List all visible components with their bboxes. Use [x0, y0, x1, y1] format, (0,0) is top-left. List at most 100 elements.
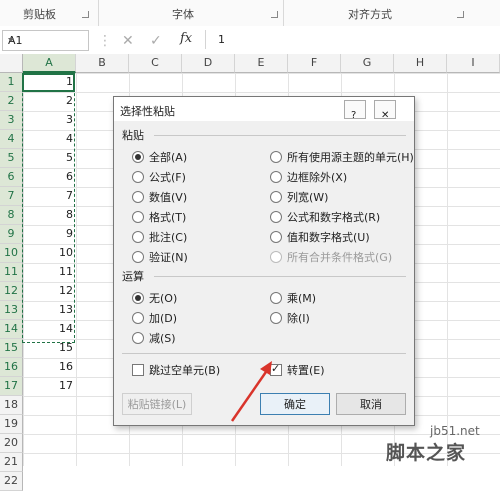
cell-a[interactable]: 16 [23, 358, 75, 376]
skip-blanks-checkbox[interactable]: 跳过空单元(B) [132, 362, 220, 378]
paste-section-label: 粘贴 [122, 129, 144, 142]
row-header[interactable]: 17 [0, 377, 23, 396]
radio-column-widths[interactable]: 列宽(W) [270, 189, 328, 205]
radio-formulas-number-formats[interactable]: 公式和数字格式(R) [270, 209, 380, 225]
radio-icon [270, 151, 282, 163]
radio-op-divide[interactable]: 除(I) [270, 310, 310, 326]
chevron-down-icon[interactable] [8, 38, 14, 42]
radio-icon [270, 171, 282, 183]
cancel-icon[interactable]: ✕ [122, 33, 134, 49]
name-box[interactable]: A1 [2, 30, 89, 51]
column-header-a[interactable]: A [23, 54, 76, 73]
clipboard-launcher-icon[interactable] [82, 11, 89, 18]
radio-icon [132, 191, 144, 203]
formula-bar: A1 ⋮ ✕ ✓ fx 1 [0, 26, 500, 55]
divider [154, 276, 406, 277]
radio-paste-all[interactable]: 全部(A) [132, 149, 187, 165]
font-launcher-icon[interactable] [271, 11, 278, 18]
row-header[interactable]: 9 [0, 225, 23, 244]
column-header-h[interactable]: H [394, 54, 447, 73]
radio-op-subtract[interactable]: 减(S) [132, 330, 176, 346]
more-icon: ⋮ [98, 33, 112, 49]
row-header[interactable]: 18 [0, 396, 23, 415]
radio-except-borders[interactable]: 边框除外(X) [270, 169, 347, 185]
column-header-f[interactable]: F [288, 54, 341, 73]
column-header-d[interactable]: D [182, 54, 235, 73]
row-header[interactable]: 22 [0, 472, 23, 491]
radio-selected-icon [132, 292, 144, 304]
radio-icon [132, 251, 144, 263]
radio-paste-comments[interactable]: 批注(C) [132, 229, 187, 245]
radio-icon [270, 292, 282, 304]
ribbon-separator [283, 0, 284, 26]
radio-paste-formats[interactable]: 格式(T) [132, 209, 186, 225]
formula-input[interactable]: 1 [205, 30, 499, 49]
select-all-corner[interactable] [0, 54, 23, 73]
radio-icon [270, 191, 282, 203]
active-cell[interactable] [22, 73, 75, 92]
radio-icon [132, 211, 144, 223]
radio-icon [270, 211, 282, 223]
radio-icon [270, 231, 282, 243]
dialog-title-bar: 选择性粘贴 ? ✕ [114, 97, 414, 121]
cancel-button[interactable]: 取消 [336, 393, 406, 415]
row-header[interactable]: 21 [0, 453, 23, 472]
row-header[interactable]: 8 [0, 206, 23, 225]
row-header[interactable]: 3 [0, 111, 23, 130]
row-header[interactable]: 14 [0, 320, 23, 339]
row-header[interactable]: 11 [0, 263, 23, 282]
radio-merge-conditional-formats: 所有合并条件格式(G) [270, 249, 392, 265]
row-header[interactable]: 10 [0, 244, 23, 263]
formula-value: 1 [218, 33, 225, 46]
ribbon-group-labels: 剪贴板 字体 对齐方式 [0, 0, 500, 27]
dialog-title: 选择性粘贴 [120, 105, 175, 118]
radio-paste-values[interactable]: 数值(V) [132, 189, 187, 205]
radio-op-multiply[interactable]: 乘(M) [270, 290, 316, 306]
column-header-i[interactable]: I [447, 54, 500, 73]
radio-paste-validation[interactable]: 验证(N) [132, 249, 188, 265]
radio-op-add[interactable]: 加(D) [132, 310, 177, 326]
radio-selected-icon [132, 151, 144, 163]
column-header-b[interactable]: B [76, 54, 129, 73]
ribbon-group-alignment: 对齐方式 [348, 8, 392, 21]
help-icon: ? [351, 110, 357, 121]
row-header[interactable]: 1 [0, 73, 23, 92]
watermark-logo: 脚本之家 [386, 442, 467, 464]
row-header[interactable]: 20 [0, 434, 23, 453]
row-header[interactable]: 15 [0, 339, 23, 358]
row-header[interactable]: 6 [0, 168, 23, 187]
row-header[interactable]: 16 [0, 358, 23, 377]
annotation-arrow-icon [230, 361, 272, 422]
radio-op-none[interactable]: 无(O) [132, 290, 177, 306]
watermark-url: jb51.net [430, 424, 480, 438]
checkbox-icon [132, 364, 144, 376]
radio-values-number-formats[interactable]: 值和数字格式(U) [270, 229, 370, 245]
radio-source-theme[interactable]: 所有使用源主题的单元(H) [270, 149, 414, 165]
ribbon-separator [98, 0, 99, 26]
row-header[interactable]: 5 [0, 149, 23, 168]
enter-icon[interactable]: ✓ [150, 33, 162, 49]
row-header[interactable]: 19 [0, 415, 23, 434]
help-button[interactable]: ? [344, 100, 366, 121]
radio-icon [270, 251, 282, 263]
ribbon-group-clipboard: 剪贴板 [23, 8, 56, 21]
alignment-launcher-icon[interactable] [457, 11, 464, 18]
row-header[interactable]: 7 [0, 187, 23, 206]
insert-function-icon[interactable]: fx [180, 31, 192, 46]
radio-icon [270, 312, 282, 324]
radio-paste-formulas[interactable]: 公式(F) [132, 169, 186, 185]
row-header[interactable]: 12 [0, 282, 23, 301]
column-header-c[interactable]: C [129, 54, 182, 73]
ribbon-group-font: 字体 [172, 8, 194, 21]
close-button[interactable]: ✕ [374, 100, 396, 121]
copy-marquee [22, 73, 75, 343]
paste-link-button[interactable]: 粘贴链接(L) [122, 393, 192, 415]
row-header[interactable]: 13 [0, 301, 23, 320]
row-header[interactable]: 2 [0, 92, 23, 111]
cell-a[interactable]: 17 [23, 377, 75, 395]
column-header-g[interactable]: G [341, 54, 394, 73]
column-header-e[interactable]: E [235, 54, 288, 73]
divider [154, 135, 406, 136]
row-header[interactable]: 4 [0, 130, 23, 149]
operation-section-label: 运算 [122, 270, 144, 283]
